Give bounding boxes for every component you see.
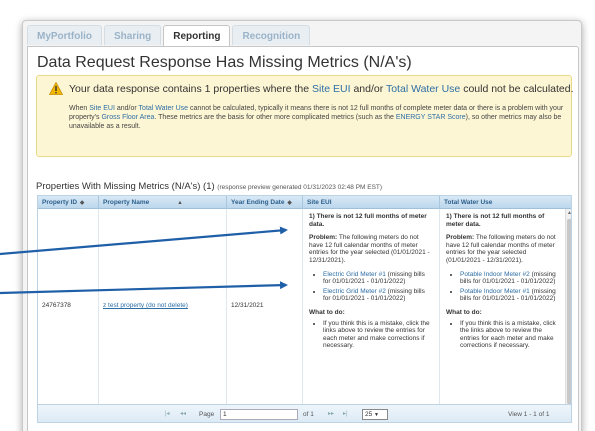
pagination-bar: |◂ ◂◂ Page of 1 ▸▸ ▸| 25 ▼ View 1 - 1 of…	[38, 404, 571, 422]
tab-recognition[interactable]: Recognition	[232, 25, 311, 45]
page-title: Data Request Response Has Missing Metric…	[37, 54, 412, 71]
property-name-link[interactable]: z test property (do not delete)	[103, 302, 188, 309]
site-eui-link[interactable]: Site EUI	[89, 105, 115, 112]
preview-note: (response preview generated 01/31/2023 0…	[217, 184, 383, 191]
page-number-input[interactable]	[220, 409, 298, 420]
alert-message: Your data response contains 1 properties…	[69, 83, 574, 95]
todo-list: If you think this is a mistake, click th…	[323, 320, 433, 350]
tab-sharing[interactable]: Sharing	[104, 25, 162, 45]
site-eui-link[interactable]: Site EUI	[312, 83, 351, 95]
page-count: of 1	[303, 411, 314, 418]
header-label: Site EUI	[307, 199, 332, 206]
property-id: 24767378	[42, 302, 71, 309]
meter-link[interactable]: Electric Grid Meter #1	[323, 271, 386, 278]
energy-star-score-link[interactable]: ENERGY STAR Score	[396, 114, 466, 121]
column-header-property-id[interactable]: Property ID ◆	[38, 196, 99, 209]
alert-detail-text: and/or	[114, 105, 139, 112]
gross-floor-area-link[interactable]: Gross Floor Area	[101, 114, 154, 121]
property-id-cell: 24767378	[38, 209, 99, 404]
column-header-property-name[interactable]: Property Name ▲	[99, 196, 227, 209]
property-name-cell: z test property (do not delete)	[99, 209, 227, 404]
meter-link[interactable]: Potable Indoor Meter #1	[460, 288, 530, 295]
sort-icon: ◆	[80, 200, 85, 206]
todo-label: What to do:	[309, 308, 345, 316]
tab-myportfolio[interactable]: MyPortfolio	[27, 25, 102, 45]
scroll-up-icon[interactable]: ▲	[567, 210, 571, 216]
meter-link[interactable]: Potable Indoor Meter #2	[460, 271, 530, 278]
section-title: Properties With Missing Metrics (N/A's) …	[36, 181, 382, 192]
alert-detail-text: . These metrics are the basis for other …	[154, 114, 396, 121]
list-item: If you think this is a mistake, click th…	[323, 320, 433, 350]
todo-list: If you think this is a mistake, click th…	[460, 320, 559, 350]
list-item: Electric Grid Meter #1 (missing bills fo…	[323, 271, 433, 286]
header-label: Property Name	[103, 199, 150, 206]
list-item: If you think this is a mistake, click th…	[460, 320, 559, 350]
meter-list: Potable Indoor Meter #2 (missing bills f…	[460, 271, 559, 303]
total-water-use-cell: 1) There is not 12 full months of meter …	[440, 209, 565, 404]
chevron-down-icon: ▼	[374, 412, 379, 418]
total-water-use-link[interactable]: Total Water Use	[386, 83, 460, 95]
list-item: Potable Indoor Meter #2 (missing bills f…	[460, 271, 559, 286]
rows-per-page-value: 25	[365, 411, 373, 418]
year-ending-date: 12/31/2021	[231, 302, 264, 309]
todo-label: What to do:	[446, 308, 482, 316]
header-label: Total Water Use	[444, 199, 493, 206]
list-item: Electric Grid Meter #2 (missing bills fo…	[323, 288, 433, 303]
last-page-icon[interactable]: ▸|	[343, 410, 348, 417]
table-header: Property ID ◆ Property Name ▲ Year Ending …	[38, 196, 571, 209]
sort-asc-icon: ▲	[177, 200, 183, 206]
vertical-scrollbar[interactable]: ▲ ▼	[565, 209, 571, 417]
rows-per-page-select[interactable]: 25 ▼	[362, 409, 388, 420]
prev-page-icon[interactable]: ◂◂	[180, 410, 186, 417]
list-item: Potable Indoor Meter #1 (missing bills f…	[460, 288, 559, 303]
header-label: Property ID	[42, 199, 78, 206]
site-eui-cell: 1) There is not 12 full months of meter …	[303, 209, 440, 404]
column-header-year-ending-date[interactable]: Year Ending Date ◆	[227, 196, 303, 209]
problem-label: Problem:	[309, 234, 338, 242]
alert-detail-text: When	[69, 105, 90, 112]
alert-detail: When Site EUI and/or Total Water Use can…	[69, 104, 564, 131]
table-row: 24767378 z test property (do not delete)…	[38, 209, 571, 417]
total-water-use-link[interactable]: Total Water Use	[139, 105, 189, 112]
issue-text: 1) There is not 12 full months of meter …	[309, 213, 427, 228]
sort-icon: ◆	[287, 200, 292, 206]
page-label: Page	[199, 411, 215, 418]
warning-alert: Your data response contains 1 properties…	[36, 75, 574, 157]
section-heading: Properties With Missing Metrics (N/A's) …	[36, 181, 215, 192]
header-label: Year Ending Date	[231, 199, 285, 206]
year-ending-cell: 12/31/2021	[227, 209, 303, 404]
issue-text: 1) There is not 12 full months of meter …	[446, 213, 545, 228]
alert-text: could not be calculated.	[460, 83, 574, 95]
tab-reporting[interactable]: Reporting	[163, 25, 231, 47]
alert-text: and/or	[350, 83, 386, 95]
scroll-thumb[interactable]	[567, 219, 571, 404]
first-page-icon[interactable]: |◂	[165, 410, 170, 417]
alert-text: Your data response contains 1 properties…	[69, 83, 313, 95]
meter-list: Electric Grid Meter #1 (missing bills fo…	[323, 271, 433, 303]
tab-bar: MyPortfolio Sharing Reporting Recognitio…	[27, 25, 312, 47]
view-count: View 1 - 1 of 1	[508, 411, 550, 418]
missing-metrics-table: Property ID ◆ Property Name ▲ Year Ending …	[37, 195, 572, 423]
column-header-total-water-use[interactable]: Total Water Use	[440, 196, 571, 209]
column-header-site-eui[interactable]: Site EUI	[303, 196, 440, 209]
warning-icon	[49, 82, 63, 95]
meter-link[interactable]: Electric Grid Meter #2	[323, 288, 386, 295]
tab-content: Data Request Response Has Missing Metric…	[27, 46, 579, 431]
portfolio-window: MyPortfolio Sharing Reporting Recognitio…	[22, 20, 582, 431]
problem-label: Problem:	[446, 234, 475, 242]
next-page-icon[interactable]: ▸▸	[328, 410, 334, 417]
